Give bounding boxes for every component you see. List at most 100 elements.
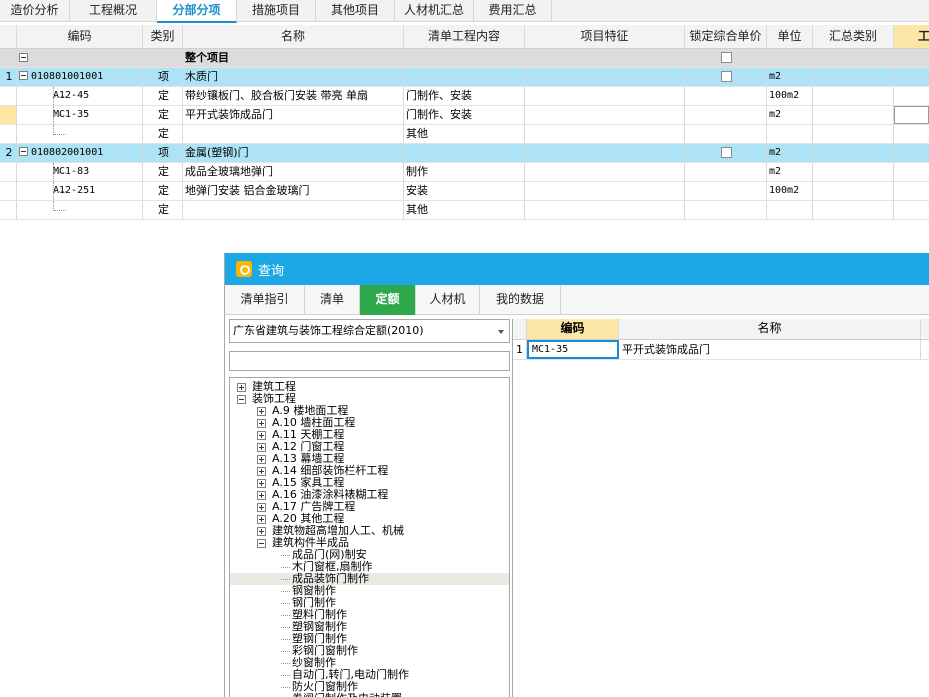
chevron-down-icon[interactable] <box>498 330 504 334</box>
summary-cell[interactable] <box>813 163 894 181</box>
unit-cell[interactable] <box>767 201 813 219</box>
expand-icon[interactable] <box>257 431 266 440</box>
tab-project-overview[interactable]: 工程概况 <box>70 0 157 22</box>
unit-cell[interactable]: 100m2 <box>767 182 813 200</box>
content-cell[interactable] <box>404 144 525 162</box>
name-cell[interactable]: 地弹门安装 铝合金玻璃门 <box>183 182 404 200</box>
collapse-icon[interactable] <box>237 395 246 404</box>
code-cell[interactable]: MC1-35 <box>17 106 143 124</box>
tree-node[interactable]: 自动门,转门,电动门制作 <box>230 669 509 681</box>
name-cell[interactable]: 木质门 <box>183 68 404 86</box>
extra-cell[interactable] <box>894 125 929 143</box>
features-cell[interactable] <box>525 163 685 181</box>
tree-node[interactable]: 塑钢窗制作 <box>230 621 509 633</box>
tree-node[interactable]: 建筑构件半成品 <box>230 537 509 549</box>
table-row[interactable]: 2 010802001001 项 金属(塑钢)门 m2 <box>0 144 929 163</box>
tab-measures[interactable]: 措施项目 <box>237 0 316 22</box>
expand-icon[interactable] <box>257 515 266 524</box>
code-cell[interactable] <box>17 201 143 219</box>
header-unit[interactable]: 单位 <box>767 25 813 48</box>
summary-cell[interactable] <box>813 201 894 219</box>
result-header-code[interactable]: 编码 <box>527 319 619 339</box>
result-header-name[interactable]: 名称 <box>619 319 921 339</box>
header-content[interactable]: 清单工程内容 <box>404 25 525 48</box>
extra-cell[interactable] <box>894 163 929 181</box>
lock-cell[interactable] <box>685 163 767 181</box>
header-type[interactable]: 类别 <box>143 25 183 48</box>
expand-icon[interactable] <box>257 491 266 500</box>
summary-cell[interactable] <box>813 125 894 143</box>
result-code-cell[interactable]: MC1-35 <box>527 340 619 359</box>
unit-cell[interactable]: 100m2 <box>767 87 813 105</box>
header-features[interactable]: 项目特征 <box>525 25 685 48</box>
expand-icon[interactable] <box>257 503 266 512</box>
content-cell[interactable]: 门制作、安装 <box>404 87 525 105</box>
table-row-selected[interactable]: MC1-35 定 平开式装饰成品门 门制作、安装 m2 <box>0 106 929 125</box>
lock-cell[interactable] <box>685 87 767 105</box>
collapse-icon[interactable] <box>19 52 28 62</box>
tab-bill[interactable]: 清单 <box>305 285 360 315</box>
header-summary-type[interactable]: 汇总类别 <box>813 25 894 48</box>
tab-other-items[interactable]: 其他项目 <box>316 0 395 22</box>
features-cell[interactable] <box>525 125 685 143</box>
tab-cost-analysis[interactable]: 造价分析 <box>0 0 70 22</box>
tree-node[interactable]: 钢门制作 <box>230 597 509 609</box>
tree-node[interactable]: 木门窗框,扇制作 <box>230 561 509 573</box>
expand-icon[interactable] <box>257 443 266 452</box>
dialog-title-bar[interactable]: 查询 <box>225 253 929 285</box>
code-cell[interactable]: MC1-83 <box>17 163 143 181</box>
tree-node[interactable]: 卷闸门制作及电动装置 <box>230 693 509 697</box>
features-cell[interactable] <box>525 182 685 200</box>
lock-cell[interactable] <box>685 201 767 219</box>
tree-node[interactable]: 成品装饰门制作 <box>230 573 509 585</box>
summary-cell[interactable] <box>813 68 894 86</box>
tree-node[interactable]: 彩钢门窗制作 <box>230 645 509 657</box>
result-name-cell[interactable]: 平开式装饰成品门 <box>619 340 921 359</box>
lock-checkbox[interactable] <box>721 146 732 158</box>
unit-cell[interactable]: m2 <box>767 163 813 181</box>
code-cell[interactable]: A12-251 <box>17 182 143 200</box>
lock-cell[interactable] <box>685 125 767 143</box>
tab-fee-summary[interactable]: 费用汇总 <box>474 0 552 22</box>
content-cell[interactable]: 安装 <box>404 182 525 200</box>
collapse-icon[interactable] <box>19 146 28 156</box>
features-cell[interactable] <box>525 201 685 219</box>
summary-cell[interactable] <box>813 182 894 200</box>
name-cell[interactable]: 成品全玻璃地弹门 <box>183 163 404 181</box>
lock-cell[interactable] <box>685 68 767 86</box>
features-cell[interactable] <box>525 144 685 162</box>
quota-library-select[interactable]: 广东省建筑与装饰工程综合定额(2010) <box>229 319 510 343</box>
extra-cell[interactable] <box>894 68 929 86</box>
tab-quota[interactable]: 定额 <box>360 285 416 315</box>
unit-cell[interactable]: m2 <box>767 106 813 124</box>
name-cell[interactable] <box>183 125 404 143</box>
code-cell[interactable] <box>17 125 143 143</box>
name-cell[interactable]: 带纱镶板门、胶合板门安装 带亮 单扇 <box>183 87 404 105</box>
header-lock-price[interactable]: 锁定综合单价 <box>685 25 767 48</box>
unit-cell[interactable] <box>767 125 813 143</box>
expand-icon[interactable] <box>257 419 266 428</box>
search-input[interactable] <box>229 351 510 371</box>
unit-cell[interactable]: m2 <box>767 144 813 162</box>
table-row[interactable]: 1 010801001001 项 木质门 m2 <box>0 68 929 87</box>
expand-icon[interactable] <box>257 455 266 464</box>
header-code[interactable]: 编码 <box>17 25 143 48</box>
extra-cell[interactable] <box>894 144 929 162</box>
table-row[interactable]: 定 其他 <box>0 125 929 144</box>
summary-cell[interactable] <box>813 144 894 162</box>
lock-cell[interactable] <box>685 106 767 124</box>
expand-icon[interactable] <box>237 383 246 392</box>
lock-checkbox[interactable] <box>721 70 732 82</box>
lock-cell[interactable] <box>685 182 767 200</box>
lock-cell[interactable] <box>685 49 767 67</box>
expand-icon[interactable] <box>257 527 266 536</box>
tab-labor-material[interactable]: 人材机 <box>416 285 480 315</box>
extra-cell[interactable] <box>894 182 929 200</box>
tree-node[interactable]: 塑钢门制作 <box>230 633 509 645</box>
extra-cell[interactable] <box>894 201 929 219</box>
name-cell[interactable]: 平开式装饰成品门 <box>183 106 404 124</box>
tab-labor-material-summary[interactable]: 人材机汇总 <box>395 0 474 22</box>
unit-cell[interactable]: m2 <box>767 68 813 86</box>
tree-node[interactable]: 塑料门制作 <box>230 609 509 621</box>
code-cell[interactable]: A12-45 <box>17 87 143 105</box>
